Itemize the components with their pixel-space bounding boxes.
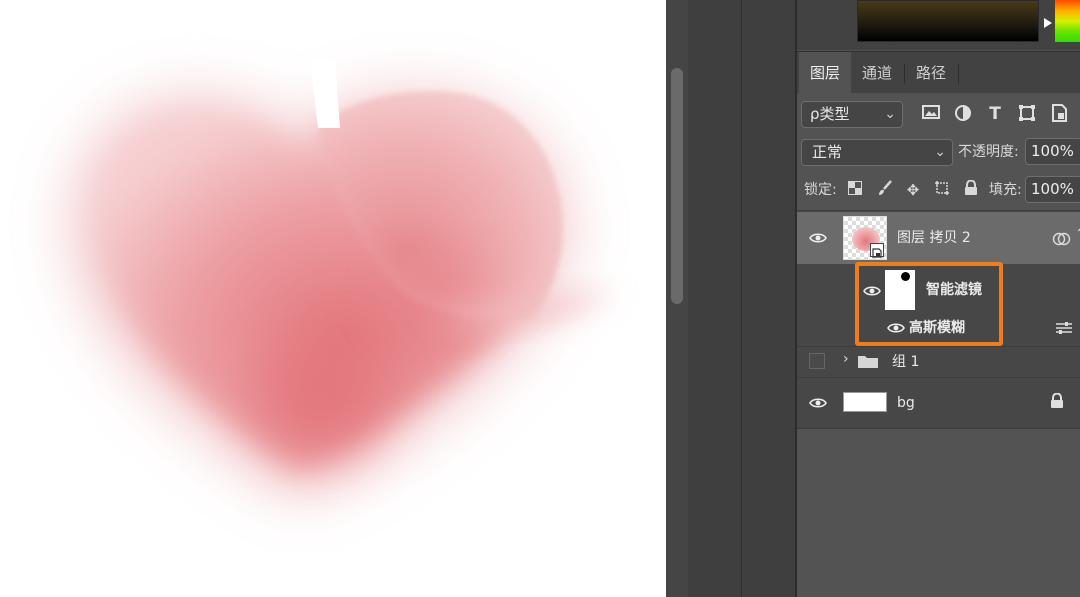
layer-thumbnail [843,216,887,260]
blurred-heart-artwork [69,60,615,501]
type-filter-icon[interactable]: T [985,104,1005,124]
adjustment-filter-icon[interactable] [953,104,973,124]
visibility-eye-icon[interactable] [809,232,827,244]
image-filter-icon[interactable] [921,104,941,124]
chevron-down-icon: ⌄ [934,144,946,160]
filter-type-label: ρ类型 [810,105,850,123]
fill-input[interactable]: 100% [1025,176,1080,203]
tab-divider [958,64,959,84]
highlight-box [855,262,1003,346]
expand-chevron-icon[interactable]: › [843,351,849,367]
tab-channels[interactable]: 通道 [851,52,903,94]
layer-row-copy-2[interactable]: 图层 拷贝 2 ⌃ [797,212,1080,264]
smart-filter-indicator-icon[interactable] [1052,232,1072,246]
photoshop-window: 图层 通道 路径 ρ类型 ⌄ T 正常 ⌄ 不透明度: 100% 锁定: ✥ 填… [0,0,1080,597]
lock-row: 锁定: ✥ 填充: 100% [797,176,1080,206]
blending-options-icon[interactable] [1055,321,1073,335]
hue-slider-arrow-icon[interactable] [1044,18,1052,28]
lock-position-icon[interactable]: ✥ [903,180,923,200]
panel-tabs: 图层 通道 路径 [797,51,1080,94]
layer-name: bg [897,395,915,411]
tab-paths[interactable]: 路径 [905,52,957,94]
layer-filter-select[interactable]: ρ类型 ⌄ [801,101,903,128]
folder-icon [858,356,878,368]
fill-label: 填充: [989,182,1022,198]
layer-name: 图层 拷贝 2 [897,230,971,246]
layer-filter-row: ρ类型 ⌄ T [797,100,1080,130]
opacity-input[interactable]: 100% [1025,138,1080,165]
canvas-scrollbar-thumb[interactable] [671,68,683,304]
layer-row-group-1[interactable]: › 组 1 [797,347,1080,377]
divider [741,0,742,597]
smart-object-badge-icon [870,243,884,258]
lock-image-pixels-icon[interactable] [875,180,895,200]
blend-mode-row: 正常 ⌄ 不透明度: 100% [797,138,1080,168]
opacity-label: 不透明度: [958,144,1019,160]
lock-artboard-icon[interactable] [932,180,952,200]
visibility-toggle-empty[interactable] [809,353,825,369]
smart-object-filter-icon[interactable] [1049,104,1069,124]
empty-layers-area [797,429,1080,597]
lock-transparent-pixels-icon[interactable] [845,180,865,200]
lock-label: 锁定: [804,182,837,198]
lock-icon [1051,393,1063,408]
hue-slider[interactable] [1055,0,1080,42]
tab-layers[interactable]: 图层 [799,52,851,94]
collapse-chevron-icon[interactable]: ⌃ [1075,226,1080,242]
chevron-down-icon: ⌄ [884,106,896,122]
color-picker-area [797,0,1080,50]
layer-name: 组 1 [892,354,920,370]
visibility-eye-icon[interactable] [809,397,827,409]
lock-all-icon[interactable] [961,179,981,200]
shape-filter-icon[interactable] [1017,104,1037,124]
color-field[interactable] [857,0,1039,42]
blend-mode-value: 正常 [812,143,843,161]
blend-mode-select[interactable]: 正常 ⌄ [801,139,953,166]
layer-row-bg[interactable]: bg [797,378,1080,428]
document-canvas[interactable] [0,0,666,597]
layer-thumbnail [843,392,887,412]
